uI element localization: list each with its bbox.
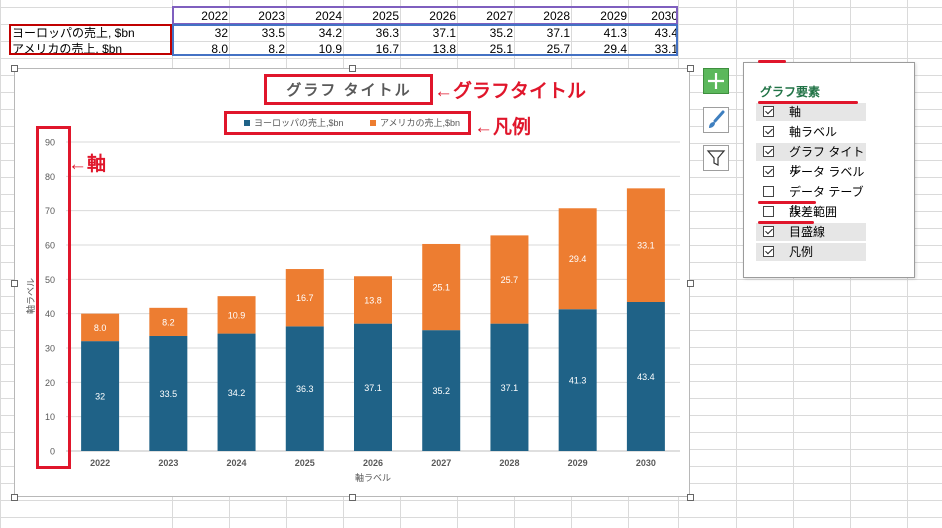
title-annotation: ←グラフタイトル <box>434 81 587 102</box>
chart-element-option[interactable]: 目盛線 <box>756 223 866 241</box>
checkbox[interactable] <box>763 146 774 157</box>
chart-element-option[interactable]: 誤差範囲 <box>756 203 866 221</box>
option-label: 目盛線 <box>789 225 826 239</box>
option-label: 軸 <box>789 105 802 119</box>
data-label: 25.7 <box>501 275 519 285</box>
chart-elements-panel: グラフ要素 軸軸ラベルグラフ タイトル データ ラベルデータ テーブル 誤差範囲目盛… <box>743 60 915 278</box>
checkbox[interactable] <box>763 166 774 177</box>
data-label: 16.7 <box>296 293 314 303</box>
option-label: 凡例 <box>789 245 814 259</box>
chart-styles-button[interactable] <box>703 107 729 133</box>
data-label: 41.3 <box>569 376 587 386</box>
chart-filters-button[interactable] <box>703 145 729 171</box>
chart-element-option[interactable]: データ ラベル <box>756 163 866 181</box>
data-label: 8.2 <box>162 317 175 327</box>
chart-element-option[interactable]: 軸 <box>756 103 866 121</box>
axis-highlight-box <box>36 126 71 469</box>
legend-highlight-box <box>224 111 471 135</box>
data-label: 13.8 <box>364 295 382 305</box>
chart-element-option[interactable]: 凡例 <box>756 243 866 261</box>
data-label: 37.1 <box>364 383 382 393</box>
chart-element-option[interactable]: 軸ラベル <box>756 123 866 141</box>
brush-icon <box>709 110 725 128</box>
legend-annotation: ←凡例 <box>474 117 532 138</box>
checkbox[interactable] <box>763 186 774 197</box>
data-label: 33.5 <box>160 389 178 399</box>
data-label: 36.3 <box>296 384 314 394</box>
data-label: 25.1 <box>432 283 450 293</box>
data-label: 43.4 <box>637 372 655 382</box>
x-tick-label: 2029 <box>568 458 588 468</box>
checkbox[interactable] <box>763 226 774 237</box>
x-tick-label: 2027 <box>431 458 451 468</box>
option-label: 誤差範囲 <box>789 205 838 219</box>
option-label: 軸ラベル <box>789 125 838 139</box>
data-label: 37.1 <box>501 383 519 393</box>
x-tick-label: 2025 <box>295 458 315 468</box>
red-underline-annotation <box>758 201 816 204</box>
title-highlight-box <box>264 74 433 105</box>
x-tick-label: 2026 <box>363 458 383 468</box>
red-underline-annotation <box>758 221 814 224</box>
chart-element-option[interactable]: データ テーブル <box>756 183 866 217</box>
option-label: データ ラベル <box>789 165 865 179</box>
x-tick-label: 2022 <box>90 458 110 468</box>
checkbox[interactable] <box>763 126 774 137</box>
x-axis-title[interactable]: 軸ラベル <box>355 472 391 483</box>
chart-element-option[interactable]: グラフ タイトル <box>756 143 866 177</box>
data-label: 29.4 <box>569 254 587 264</box>
x-tick-label: 2030 <box>636 458 656 468</box>
chart-elements-button[interactable] <box>703 68 729 94</box>
x-tick-label: 2024 <box>227 458 247 468</box>
y-axis-title[interactable]: 軸ラベル <box>25 278 36 314</box>
panel-title: グラフ要素 <box>760 85 821 99</box>
data-label: 33.1 <box>637 241 655 251</box>
data-label: 8.0 <box>94 323 107 333</box>
checkbox[interactable] <box>763 106 774 117</box>
plus-icon <box>708 73 724 89</box>
data-label: 32 <box>95 392 105 402</box>
data-label: 34.2 <box>228 388 246 398</box>
data-label: 10.9 <box>228 310 246 320</box>
red-underline-annotation <box>758 60 786 63</box>
checkbox[interactable] <box>763 246 774 257</box>
data-label: 35.2 <box>432 386 450 396</box>
filter-icon <box>706 150 726 166</box>
x-tick-label: 2028 <box>499 458 519 468</box>
checkbox[interactable] <box>763 206 774 217</box>
axis-annotation: ←軸 <box>68 154 107 175</box>
red-underline-annotation <box>758 101 858 104</box>
x-tick-label: 2023 <box>158 458 178 468</box>
